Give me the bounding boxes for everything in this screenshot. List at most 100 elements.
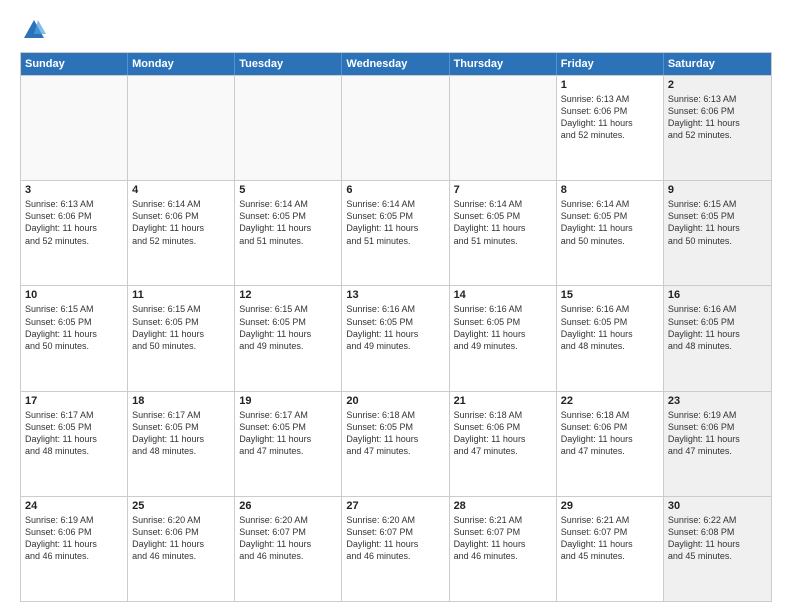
day-number: 29 bbox=[561, 500, 659, 512]
day-number: 8 bbox=[561, 184, 659, 196]
calendar-cell-empty bbox=[450, 76, 557, 180]
day-info: Sunrise: 6:17 AM Sunset: 6:05 PM Dayligh… bbox=[25, 409, 123, 458]
calendar-cell-18: 18 Sunrise: 6:17 AM Sunset: 6:05 PM Dayli… bbox=[128, 392, 235, 496]
page: SundayMondayTuesdayWednesdayThursdayFrid… bbox=[0, 0, 792, 612]
day-info: Sunrise: 6:14 AM Sunset: 6:05 PM Dayligh… bbox=[346, 198, 444, 247]
day-info: Sunrise: 6:16 AM Sunset: 6:05 PM Dayligh… bbox=[346, 303, 444, 352]
day-number: 18 bbox=[132, 395, 230, 407]
day-info: Sunrise: 6:20 AM Sunset: 6:07 PM Dayligh… bbox=[346, 514, 444, 563]
calendar-cell-4: 4 Sunrise: 6:14 AM Sunset: 6:06 PM Daylig… bbox=[128, 181, 235, 285]
header bbox=[20, 16, 772, 44]
weekday-header-tuesday: Tuesday bbox=[235, 53, 342, 75]
calendar-cell-30: 30 Sunrise: 6:22 AM Sunset: 6:08 PM Dayli… bbox=[664, 497, 771, 601]
calendar-cell-8: 8 Sunrise: 6:14 AM Sunset: 6:05 PM Daylig… bbox=[557, 181, 664, 285]
calendar-cell-16: 16 Sunrise: 6:16 AM Sunset: 6:05 PM Dayli… bbox=[664, 286, 771, 390]
day-info: Sunrise: 6:20 AM Sunset: 6:07 PM Dayligh… bbox=[239, 514, 337, 563]
day-info: Sunrise: 6:16 AM Sunset: 6:05 PM Dayligh… bbox=[561, 303, 659, 352]
weekday-header-monday: Monday bbox=[128, 53, 235, 75]
logo-icon bbox=[20, 16, 48, 44]
day-number: 7 bbox=[454, 184, 552, 196]
calendar-cell-15: 15 Sunrise: 6:16 AM Sunset: 6:05 PM Dayli… bbox=[557, 286, 664, 390]
calendar-cell-28: 28Sunrise: 6:21 AM Sunset: 6:07 PM Dayli… bbox=[450, 497, 557, 601]
calendar-cell-24: 24 Sunrise: 6:19 AM Sunset: 6:06 PM Dayli… bbox=[21, 497, 128, 601]
calendar-cell-22: 22 Sunrise: 6:18 AM Sunset: 6:06 PM Dayli… bbox=[557, 392, 664, 496]
day-number: 24 bbox=[25, 500, 123, 512]
day-info: Sunrise: 6:18 AM Sunset: 6:06 PM Dayligh… bbox=[454, 409, 552, 458]
day-number: 22 bbox=[561, 395, 659, 407]
day-number: 21 bbox=[454, 395, 552, 407]
day-number: 9 bbox=[668, 184, 767, 196]
calendar-cell-11: 11Sunrise: 6:15 AM Sunset: 6:05 PM Dayli… bbox=[128, 286, 235, 390]
calendar-row-3: 17 Sunrise: 6:17 AM Sunset: 6:05 PM Dayli… bbox=[21, 391, 771, 496]
day-info: Sunrise: 6:16 AM Sunset: 6:05 PM Dayligh… bbox=[454, 303, 552, 352]
day-number: 4 bbox=[132, 184, 230, 196]
day-number: 10 bbox=[25, 289, 123, 301]
day-number: 28 bbox=[454, 500, 552, 512]
calendar-cell-13: 13 Sunrise: 6:16 AM Sunset: 6:05 PM Dayli… bbox=[342, 286, 449, 390]
day-info: Sunrise: 6:22 AM Sunset: 6:08 PM Dayligh… bbox=[668, 514, 767, 563]
calendar-body: 1 Sunrise: 6:13 AM Sunset: 6:06 PM Daylig… bbox=[21, 75, 771, 601]
day-info: Sunrise: 6:19 AM Sunset: 6:06 PM Dayligh… bbox=[25, 514, 123, 563]
weekday-header-sunday: Sunday bbox=[21, 53, 128, 75]
day-number: 12 bbox=[239, 289, 337, 301]
day-info: Sunrise: 6:19 AM Sunset: 6:06 PM Dayligh… bbox=[668, 409, 767, 458]
day-number: 2 bbox=[668, 79, 767, 91]
day-number: 30 bbox=[668, 500, 767, 512]
calendar-row-2: 10 Sunrise: 6:15 AM Sunset: 6:05 PM Dayli… bbox=[21, 285, 771, 390]
day-info: Sunrise: 6:18 AM Sunset: 6:06 PM Dayligh… bbox=[561, 409, 659, 458]
day-number: 16 bbox=[668, 289, 767, 301]
day-number: 15 bbox=[561, 289, 659, 301]
calendar-cell-17: 17 Sunrise: 6:17 AM Sunset: 6:05 PM Dayli… bbox=[21, 392, 128, 496]
day-info: Sunrise: 6:17 AM Sunset: 6:05 PM Dayligh… bbox=[239, 409, 337, 458]
calendar-cell-27: 27 Sunrise: 6:20 AM Sunset: 6:07 PM Dayli… bbox=[342, 497, 449, 601]
calendar-cell-29: 29 Sunrise: 6:21 AM Sunset: 6:07 PM Dayli… bbox=[557, 497, 664, 601]
day-number: 1 bbox=[561, 79, 659, 91]
day-info: Sunrise: 6:14 AM Sunset: 6:05 PM Dayligh… bbox=[454, 198, 552, 247]
calendar-cell-empty bbox=[21, 76, 128, 180]
calendar: SundayMondayTuesdayWednesdayThursdayFrid… bbox=[20, 52, 772, 602]
weekday-header-wednesday: Wednesday bbox=[342, 53, 449, 75]
day-info: Sunrise: 6:15 AM Sunset: 6:05 PM Dayligh… bbox=[239, 303, 337, 352]
day-info: Sunrise: 6:14 AM Sunset: 6:05 PM Dayligh… bbox=[239, 198, 337, 247]
calendar-row-0: 1 Sunrise: 6:13 AM Sunset: 6:06 PM Daylig… bbox=[21, 75, 771, 180]
calendar-cell-3: 3 Sunrise: 6:13 AM Sunset: 6:06 PM Daylig… bbox=[21, 181, 128, 285]
day-number: 5 bbox=[239, 184, 337, 196]
day-info: Sunrise: 6:16 AM Sunset: 6:05 PM Dayligh… bbox=[668, 303, 767, 352]
day-number: 17 bbox=[25, 395, 123, 407]
day-info: Sunrise: 6:13 AM Sunset: 6:06 PM Dayligh… bbox=[25, 198, 123, 247]
calendar-cell-21: 21 Sunrise: 6:18 AM Sunset: 6:06 PM Dayli… bbox=[450, 392, 557, 496]
day-number: 3 bbox=[25, 184, 123, 196]
day-info: Sunrise: 6:13 AM Sunset: 6:06 PM Dayligh… bbox=[668, 93, 767, 142]
day-number: 13 bbox=[346, 289, 444, 301]
calendar-cell-23: 23 Sunrise: 6:19 AM Sunset: 6:06 PM Dayli… bbox=[664, 392, 771, 496]
day-info: Sunrise: 6:14 AM Sunset: 6:06 PM Dayligh… bbox=[132, 198, 230, 247]
calendar-cell-1: 1 Sunrise: 6:13 AM Sunset: 6:06 PM Daylig… bbox=[557, 76, 664, 180]
day-info: Sunrise: 6:17 AM Sunset: 6:05 PM Dayligh… bbox=[132, 409, 230, 458]
day-number: 11 bbox=[132, 289, 230, 301]
calendar-cell-20: 20 Sunrise: 6:18 AM Sunset: 6:05 PM Dayli… bbox=[342, 392, 449, 496]
logo bbox=[20, 16, 52, 44]
day-number: 20 bbox=[346, 395, 444, 407]
day-number: 27 bbox=[346, 500, 444, 512]
calendar-row-4: 24 Sunrise: 6:19 AM Sunset: 6:06 PM Dayli… bbox=[21, 496, 771, 601]
day-number: 26 bbox=[239, 500, 337, 512]
day-info: Sunrise: 6:15 AM Sunset: 6:05 PM Dayligh… bbox=[25, 303, 123, 352]
calendar-cell-5: 5 Sunrise: 6:14 AM Sunset: 6:05 PM Daylig… bbox=[235, 181, 342, 285]
calendar-cell-12: 12 Sunrise: 6:15 AM Sunset: 6:05 PM Dayli… bbox=[235, 286, 342, 390]
day-number: 6 bbox=[346, 184, 444, 196]
calendar-row-1: 3 Sunrise: 6:13 AM Sunset: 6:06 PM Daylig… bbox=[21, 180, 771, 285]
calendar-cell-7: 7 Sunrise: 6:14 AM Sunset: 6:05 PM Daylig… bbox=[450, 181, 557, 285]
day-number: 23 bbox=[668, 395, 767, 407]
calendar-header: SundayMondayTuesdayWednesdayThursdayFrid… bbox=[21, 53, 771, 75]
weekday-header-saturday: Saturday bbox=[664, 53, 771, 75]
calendar-cell-empty bbox=[128, 76, 235, 180]
calendar-cell-6: 6 Sunrise: 6:14 AM Sunset: 6:05 PM Daylig… bbox=[342, 181, 449, 285]
day-info: Sunrise: 6:13 AM Sunset: 6:06 PM Dayligh… bbox=[561, 93, 659, 142]
weekday-header-friday: Friday bbox=[557, 53, 664, 75]
day-info: Sunrise: 6:18 AM Sunset: 6:05 PM Dayligh… bbox=[346, 409, 444, 458]
day-number: 14 bbox=[454, 289, 552, 301]
calendar-cell-25: 25Sunrise: 6:20 AM Sunset: 6:06 PM Dayli… bbox=[128, 497, 235, 601]
day-info: Sunrise: 6:14 AM Sunset: 6:05 PM Dayligh… bbox=[561, 198, 659, 247]
day-info: Sunrise: 6:21 AM Sunset: 6:07 PM Dayligh… bbox=[561, 514, 659, 563]
calendar-cell-19: 19Sunrise: 6:17 AM Sunset: 6:05 PM Dayli… bbox=[235, 392, 342, 496]
